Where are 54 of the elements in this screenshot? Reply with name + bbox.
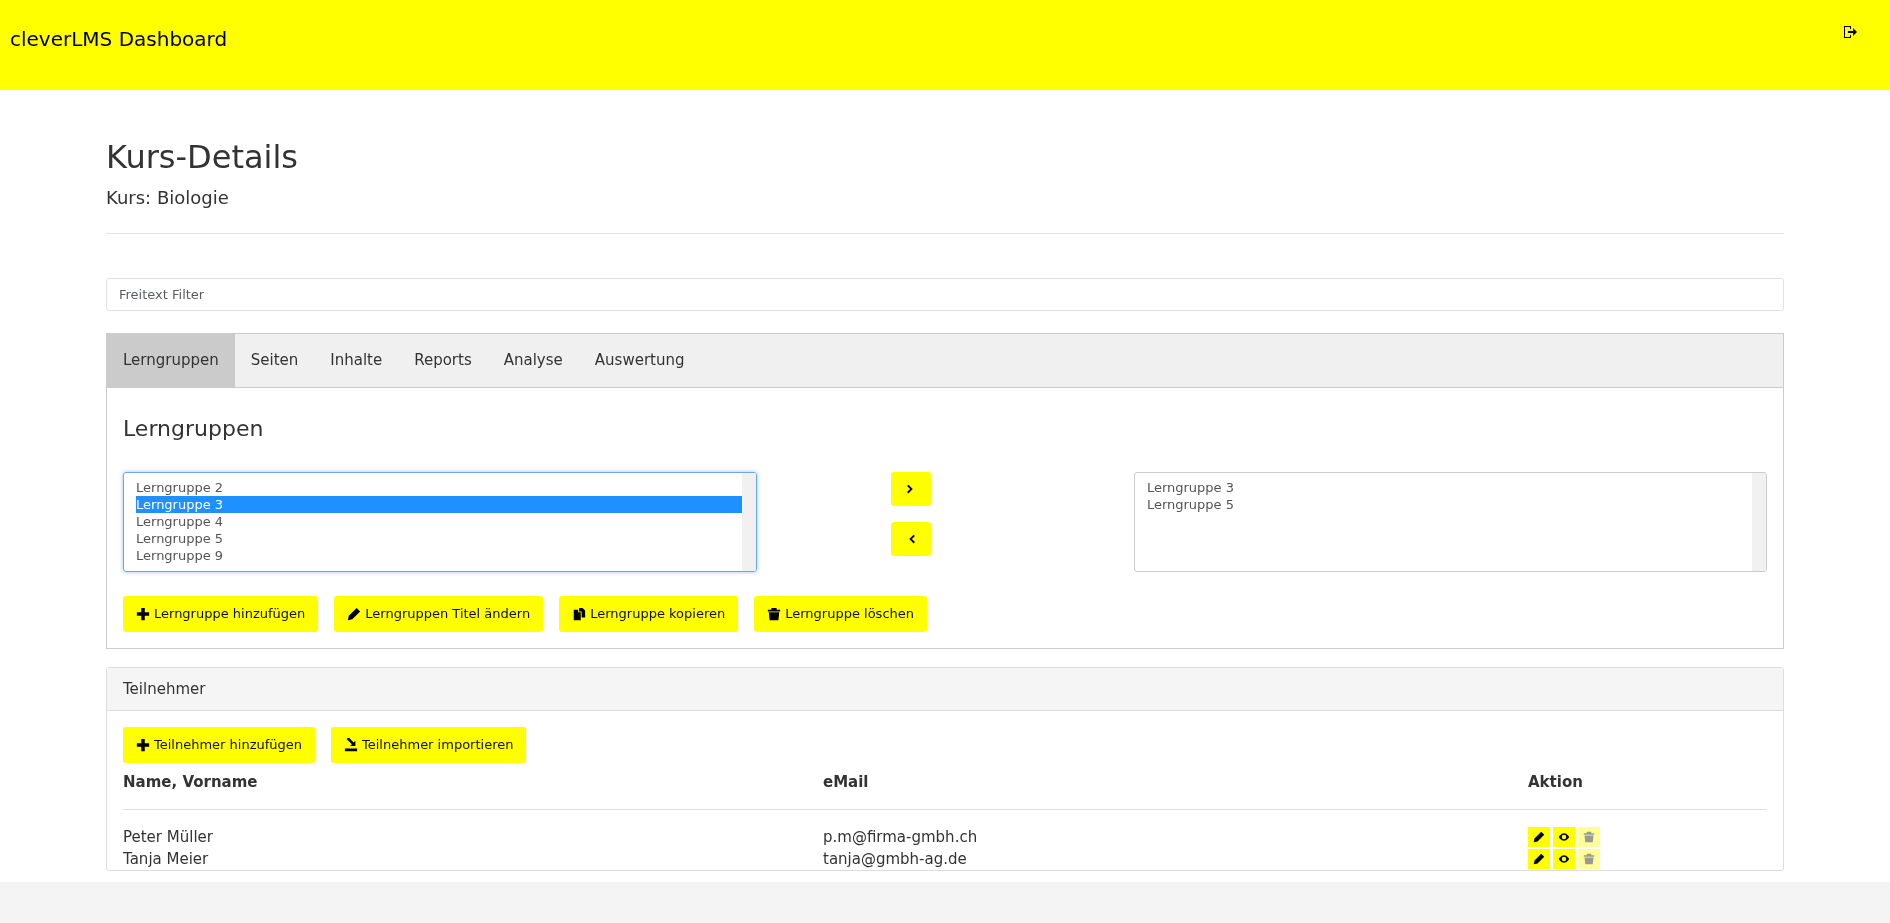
pencil-icon	[1533, 831, 1545, 844]
list-option[interactable]: Lerngruppe 5	[1146, 496, 1754, 514]
action-button[interactable]: Teilnehmer hinzufügen	[123, 727, 316, 763]
list-option[interactable]: Lerngruppe 3	[1146, 479, 1754, 497]
scrollbar[interactable]	[1752, 473, 1766, 572]
row-action-button[interactable]	[1528, 827, 1550, 848]
tab[interactable]: Lerngruppen	[107, 334, 235, 387]
trash-icon	[1583, 853, 1595, 866]
plus-icon	[136, 738, 150, 753]
tab[interactable]: Seiten	[234, 334, 315, 387]
table-cell-text: Tanja Meier	[123, 849, 210, 871]
pencil-icon	[347, 607, 362, 622]
action-button[interactable]: Lerngruppen Titel ändern	[334, 596, 544, 632]
group-listbox[interactable]: Lerngruppe 3 Lerngruppe 5	[1133, 472, 1767, 573]
logout-icon[interactable]	[1842, 24, 1858, 40]
page-subtitle: Kurs: Biologie	[106, 186, 230, 211]
filter-field[interactable]: Freitext Filter	[106, 278, 1784, 312]
action-button[interactable]: Lerngruppe hinzufügen	[123, 596, 319, 632]
group-listbox[interactable]: Lerngruppe 2 Lerngruppe 3 Lerngruppe 4 Lerngruppe 5 Lerngruppe 9	[123, 472, 758, 573]
column-header: Name, Vorname	[123, 771, 259, 793]
row-action-button[interactable]	[1553, 827, 1575, 848]
row-action-button[interactable]	[1528, 849, 1550, 870]
brand-title[interactable]: cleverLMS Dashboard	[10, 24, 228, 90]
move-right-button[interactable]	[891, 472, 932, 507]
list-option[interactable]: Lerngruppe 5	[136, 530, 745, 548]
trash-icon	[1583, 831, 1595, 844]
card-header: Teilnehmer	[107, 667, 1783, 712]
tab[interactable]: Reports	[398, 334, 488, 387]
tab[interactable]: Inhalte	[314, 334, 399, 387]
section-heading: Lerngruppen	[123, 415, 265, 443]
move-left-button[interactable]	[891, 522, 932, 557]
action-button[interactable]: Lerngruppe löschen	[754, 596, 927, 632]
plus-icon	[136, 607, 150, 622]
copy-icon	[572, 607, 587, 622]
action-button[interactable]: Teilnehmer importieren	[331, 727, 527, 763]
import-icon	[344, 738, 359, 753]
page-title: Kurs-Details	[106, 138, 299, 177]
eye-icon	[1558, 853, 1570, 866]
list-option[interactable]: Lerngruppe 4	[136, 513, 745, 531]
table-cell-text: Peter Müller	[123, 827, 214, 849]
tab[interactable]: Analyse	[487, 334, 579, 387]
tab[interactable]: Auswertung	[578, 334, 701, 387]
table-cell-text: tanja@gmbh-ag.de	[823, 849, 968, 871]
pencil-icon	[1533, 853, 1545, 866]
row-action-button[interactable]	[1553, 849, 1575, 870]
scrollbar[interactable]	[742, 473, 757, 572]
column-header: eMail	[823, 771, 870, 793]
column-header: Aktion	[1528, 771, 1583, 793]
list-option[interactable]: Lerngruppe 9	[136, 547, 745, 565]
list-option[interactable]: Lerngruppe 2	[136, 479, 745, 497]
eye-icon	[1558, 831, 1570, 844]
trash-icon	[767, 607, 782, 622]
table-cell-text: p.m@firma-gmbh.ch	[823, 827, 979, 849]
action-button[interactable]: Lerngruppe kopieren	[559, 596, 739, 632]
